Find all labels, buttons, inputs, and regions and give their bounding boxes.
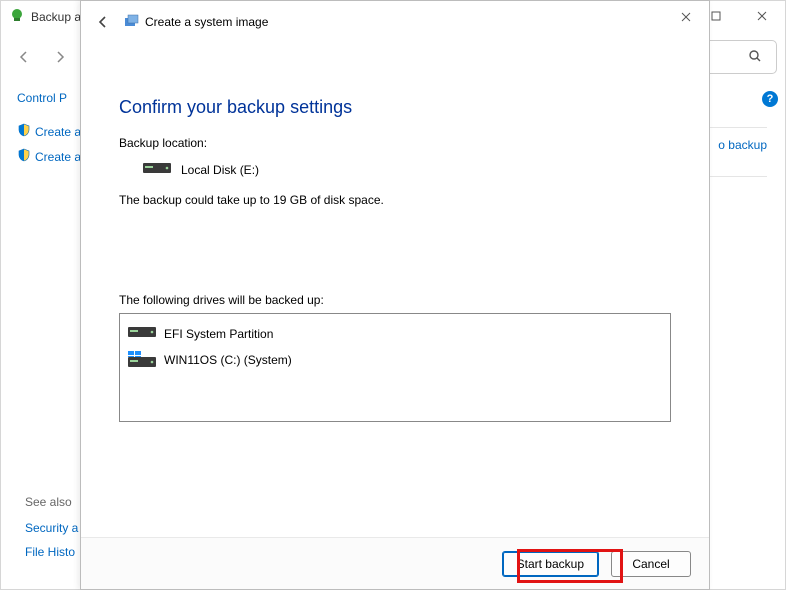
backup-size-estimate: The backup could take up to 19 GB of dis… — [119, 193, 671, 207]
backup-link[interactable]: o backup — [718, 138, 767, 152]
drives-list: EFI System Partition WIN11OS (C:) (Syste… — [119, 313, 671, 422]
search-icon — [748, 49, 762, 66]
shield-icon — [17, 148, 31, 165]
wizard-titlebar: Create a system image — [81, 1, 709, 43]
drive-name: EFI System Partition — [164, 327, 273, 341]
control-panel-home-link[interactable]: Control P — [17, 91, 75, 105]
see-also-link[interactable]: Security a — [25, 521, 78, 535]
shield-icon — [17, 123, 31, 140]
app-icon — [9, 8, 25, 27]
wizard-heading: Confirm your backup settings — [119, 97, 671, 118]
wizard-title: Create a system image — [145, 15, 268, 29]
windows-drive-icon — [128, 351, 156, 369]
see-also-link[interactable]: File Histo — [25, 545, 78, 559]
system-image-wizard: Create a system image Confirm your backu… — [80, 0, 710, 590]
parent-title: Backup a — [31, 10, 81, 24]
parent-right-column: o backup — [707, 121, 767, 187]
see-also-section: See also Security a File Histo — [25, 495, 78, 569]
sidebar-item[interactable]: Create a s — [17, 123, 75, 140]
parent-sidebar: Control P Create a s Create a s — [17, 87, 75, 173]
backup-location-label: Backup location: — [119, 136, 671, 150]
help-icon[interactable]: ? — [762, 91, 778, 107]
wizard-footer: Start backup Cancel — [81, 537, 709, 589]
sidebar-item[interactable]: Create a s — [17, 148, 75, 165]
wizard-close-button[interactable] — [663, 1, 709, 33]
drive-icon — [143, 160, 171, 179]
backup-location-value: Local Disk (E:) — [181, 163, 259, 177]
drive-list-item: WIN11OS (C:) (System) — [126, 347, 664, 373]
nav-forward-button[interactable] — [45, 42, 75, 72]
nav-back-button[interactable] — [9, 42, 39, 72]
cancel-button[interactable]: Cancel — [611, 551, 691, 577]
close-button[interactable] — [739, 1, 785, 31]
wizard-back-button[interactable] — [91, 10, 115, 34]
backup-location-row: Local Disk (E:) — [143, 160, 671, 179]
drive-list-item: EFI System Partition — [126, 320, 664, 347]
drive-name: WIN11OS (C:) (System) — [164, 353, 292, 367]
wizard-body: Confirm your backup settings Backup loca… — [81, 97, 709, 422]
wizard-icon — [123, 13, 139, 32]
drives-list-label: The following drives will be backed up: — [119, 293, 671, 307]
drive-icon — [128, 324, 156, 343]
see-also-heading: See also — [25, 495, 78, 509]
start-backup-button[interactable]: Start backup — [502, 551, 599, 577]
